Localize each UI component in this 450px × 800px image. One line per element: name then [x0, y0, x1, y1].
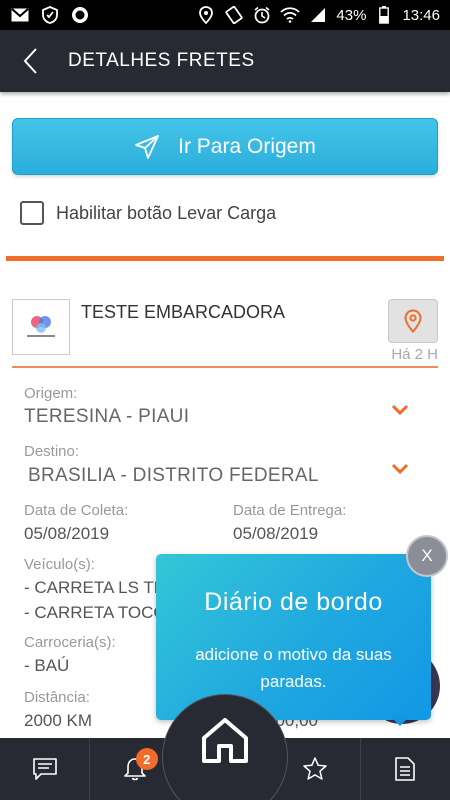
logbook-tooltip: Diário de bordo adicione o motivo da sua…	[156, 554, 431, 720]
company-logo	[12, 299, 70, 355]
page-title: DETALHES FRETES	[68, 50, 255, 71]
pickup-date-label: Data de Coleta:	[24, 502, 129, 519]
enable-load-cargo-checkbox[interactable]	[20, 201, 44, 225]
notification-badge: 2	[135, 748, 158, 770]
battery-icon	[374, 6, 394, 24]
pickup-date-value: 05/08/2019	[24, 524, 110, 543]
distance-label: Distância:	[24, 689, 90, 706]
location-icon	[196, 6, 216, 24]
vehicle-label: Veículo(s):	[24, 556, 95, 573]
tooltip-title: Diário de bordo	[204, 588, 383, 616]
posted-time-ago: Há 2 H	[391, 346, 438, 363]
gmail-icon	[10, 6, 30, 24]
rotate-icon	[224, 6, 244, 24]
delivery-date-label: Data de Entrega:	[233, 502, 347, 519]
alarm-icon	[252, 6, 272, 24]
document-icon	[395, 757, 416, 781]
clock-time: 13:46	[402, 6, 440, 24]
origin-label: Origem:	[24, 385, 78, 402]
status-bar: 43% 13:46	[0, 0, 450, 30]
tooltip-arrow	[390, 716, 410, 726]
back-button[interactable]	[0, 30, 60, 92]
section-divider	[6, 256, 444, 261]
send-icon	[135, 134, 160, 159]
body-type-value: - BAÚ	[24, 656, 70, 675]
destination-value: BRASILIA - DISTRITO FEDERAL	[28, 465, 319, 486]
chevron-left-icon	[23, 48, 37, 74]
go-to-origin-label: Ir Para Origem	[178, 134, 316, 158]
card-divider	[12, 366, 438, 368]
vehicle-item: - CARRETA LS TR	[24, 578, 167, 597]
map-location-button[interactable]	[388, 299, 438, 343]
vehicle-item: - CARRETA TOCO	[24, 603, 167, 622]
signal-icon	[308, 6, 328, 24]
chevron-down-icon[interactable]	[391, 404, 409, 416]
nav-chat[interactable]	[0, 738, 91, 800]
battery-percent: 43%	[336, 6, 367, 24]
record-icon	[70, 6, 90, 24]
delivery-date-value: 05/08/2019	[233, 524, 319, 543]
map-pin-icon	[404, 309, 422, 333]
distance-value: 2000 KM	[24, 711, 93, 730]
tooltip-close-button[interactable]: X	[406, 535, 448, 577]
home-icon	[202, 718, 248, 763]
nav-documents[interactable]	[361, 738, 450, 800]
enable-load-cargo-row[interactable]: Habilitar botão Levar Carga	[20, 201, 276, 225]
app-header: DETALHES FRETES	[0, 30, 450, 92]
star-icon	[303, 757, 327, 780]
tooltip-text: adicione o motivo da suas paradas.	[195, 645, 392, 691]
origin-value: TERESINA - PIAUI	[24, 406, 190, 427]
destination-label: Destino:	[24, 443, 80, 460]
enable-load-cargo-label: Habilitar botão Levar Carga	[56, 202, 277, 223]
company-name: TESTE EMBARCADORA	[81, 302, 286, 322]
wifi-icon	[280, 6, 301, 24]
shield-icon	[40, 6, 60, 24]
chevron-down-icon[interactable]	[391, 463, 409, 475]
go-to-origin-button[interactable]: Ir Para Origem	[12, 118, 438, 175]
chat-icon	[32, 758, 57, 780]
body-type-label: Carroceria(s):	[24, 634, 116, 651]
